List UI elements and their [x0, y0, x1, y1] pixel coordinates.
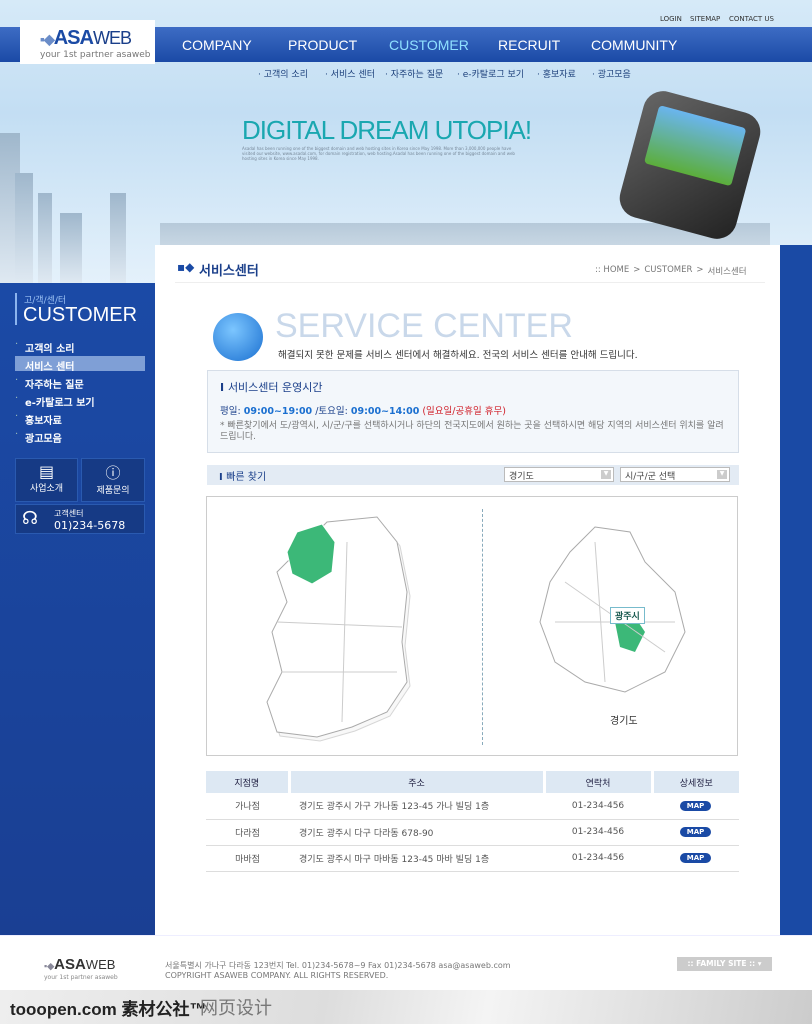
- nav-customer[interactable]: CUSTOMER: [389, 37, 469, 53]
- table-row: 가나점 경기도 광주시 가구 가나동 123-45 가나 빌딩 1층 01-234-…: [206, 793, 739, 820]
- korea-map[interactable]: [257, 512, 417, 747]
- logo[interactable]: ▪◆ASAWEB: [40, 27, 132, 50]
- footer-address: 서울특별시 가나구 다라동 123번지 Tel. 01)234-5678~9 F…: [165, 961, 511, 970]
- footer-logo: ▪◆ASAWEB: [44, 956, 116, 973]
- breadcrumb-current: 서비스센터: [707, 267, 747, 277]
- map-button[interactable]: MAP: [679, 827, 712, 837]
- table-row: 다라점 경기도 광주시 다구 다라동 678-90 01-234-456 MAP: [206, 819, 739, 846]
- login-link[interactable]: LOGIN: [660, 15, 682, 23]
- quick-search-title: 빠른 찾기: [226, 472, 267, 483]
- address: 경기도 광주시 마구 마바동 123-45 마바 빌딩 1층: [289, 845, 544, 872]
- map-button[interactable]: MAP: [679, 800, 712, 811]
- branch-table: 지점명 주소 연락처 상세정보 가나점 경기도 광주시 가구 가나동 123-45…: [206, 771, 739, 872]
- books-icon: ▤: [38, 462, 55, 481]
- headset-icon: ☊: [22, 508, 38, 529]
- col-address: 주소: [287, 771, 544, 793]
- map-panel: 광주시 경기도: [206, 496, 738, 756]
- subnav-faq[interactable]: · 자주하는 질문: [385, 67, 443, 80]
- subnav-pr[interactable]: · 홍보자료: [537, 67, 576, 80]
- map-city-label[interactable]: 광주시: [610, 607, 645, 624]
- banner-subtext: Asadal has been running one of the bigge…: [242, 146, 515, 161]
- province-select[interactable]: 경기도 ▼: [504, 467, 614, 482]
- address: 경기도 광주시 가구 가나동 123-45 가나 빌딩 1층: [289, 793, 544, 820]
- family-site-select[interactable]: :: FAMILY SITE :: ▾: [677, 957, 772, 971]
- sidebar-item-ads[interactable]: 광고모음: [25, 430, 62, 445]
- hours-line: 평일: 09:00~19:00 /토요일: 09:00~14:00 (일요일/공…: [220, 406, 506, 417]
- quick-search-bar: I 빠른 찾기 경기도 ▼ 시/구/군 선택 ▼: [207, 465, 739, 485]
- branch-name: 다라점: [206, 819, 289, 846]
- sidebar-title: CUSTOMER: [23, 304, 138, 326]
- nav-community[interactable]: COMMUNITY: [591, 37, 677, 53]
- sidebar: 고/객/센/터 CUSTOMER · 고객의 소리 서비스 센터 · 자주하는 질문…: [0, 283, 155, 935]
- address: 경기도 광주시 다구 다라동 678-90: [289, 819, 544, 846]
- footer: ▪◆ASAWEB your 1st partner asaweb 서울특별시 가…: [0, 935, 812, 990]
- subnav-voice[interactable]: · 고객의 소리: [258, 67, 308, 80]
- hours-title: 서비스센터 운영시간: [227, 381, 323, 394]
- contact: 01-234-456: [544, 845, 652, 872]
- page-title: 서비스센터: [199, 264, 259, 279]
- subnav-ads[interactable]: · 광고모음: [592, 67, 631, 80]
- gyeonggi-highlight: [286, 523, 336, 585]
- hero-title: SERVICE CENTER: [275, 307, 573, 345]
- watermark: tooopen.com 素材公社™ 网页设计: [0, 990, 812, 1024]
- main-content: ▪◆ 서비스센터 :: HOME > CUSTOMER > 서비스센터 SERVICE …: [155, 245, 780, 935]
- subnav-service[interactable]: · 서비스 센터: [325, 67, 375, 80]
- contact-link[interactable]: CONTACT US: [729, 15, 774, 23]
- tagline: your 1st partner asaweb: [40, 50, 151, 60]
- question-icon: ⓘ: [105, 464, 121, 482]
- cs-phone: 01)234-5678: [54, 519, 126, 532]
- phone-headset-image: [615, 86, 765, 244]
- col-detail: 상세정보: [650, 771, 739, 793]
- sitemap-link[interactable]: SITEMAP: [690, 15, 720, 23]
- breadcrumb-customer[interactable]: CUSTOMER: [644, 265, 692, 277]
- sidebar-item-faq[interactable]: 자주하는 질문: [25, 376, 84, 391]
- city-select[interactable]: 시/구/군 선택 ▼: [620, 467, 730, 482]
- map-province-label: 경기도: [610, 716, 638, 727]
- product-inquiry-button[interactable]: ⓘ 제품문의: [81, 458, 145, 502]
- nav-product[interactable]: PRODUCT: [288, 37, 357, 53]
- business-intro-button[interactable]: ▤ 사업소개: [15, 458, 78, 502]
- branch-name: 가나점: [206, 793, 289, 820]
- contact: 01-234-456: [544, 819, 652, 846]
- customer-center-box: ☊ 고객센터 01)234-5678: [15, 504, 145, 534]
- hero-description: 해결되지 못한 문제를 서비스 센터에서 해결하세요. 전국의 서비스 센터를 …: [278, 350, 638, 361]
- breadcrumb: :: HOME > CUSTOMER > 서비스센터: [595, 265, 747, 277]
- sidebar-item-pr[interactable]: 홍보자료: [25, 412, 62, 427]
- nav-recruit[interactable]: RECRUIT: [498, 37, 560, 53]
- sidebar-item-catalog[interactable]: e-카탈로그 보기: [25, 394, 95, 409]
- breadcrumb-home[interactable]: :: HOME: [595, 265, 629, 277]
- branch-name: 마바점: [206, 845, 289, 872]
- hours-box: I 서비스센터 운영시간 평일: 09:00~19:00 /토요일: 09:00…: [207, 370, 739, 453]
- banner-headline: DIGITAL DREAM UTOPIA!: [242, 115, 532, 145]
- table-row: 마바점 경기도 광주시 마구 마바동 123-45 마바 빌딩 1층 01-234-…: [206, 845, 739, 872]
- col-branch: 지점명: [206, 771, 289, 793]
- footer-copyright: COPYRIGHT ASAWEB COMPANY. ALL RIGHTS RES…: [165, 971, 389, 980]
- hours-note: * 빠른찾기에서 도/광역시, 시/군/구를 선택하시거나 하단의 전국지도에서…: [220, 421, 724, 442]
- nav-company[interactable]: COMPANY: [182, 37, 252, 53]
- title-icon: ▪◆: [177, 260, 195, 274]
- mascot-icon: [213, 313, 263, 361]
- sidebar-item-voice[interactable]: 고객의 소리: [25, 340, 74, 355]
- contact: 01-234-456: [544, 793, 652, 820]
- map-button[interactable]: MAP: [679, 853, 712, 863]
- subnav-catalog[interactable]: · e-카탈로그 보기: [457, 67, 524, 80]
- sidebar-item-service[interactable]: 서비스 센터: [25, 358, 74, 373]
- col-contact: 연락처: [542, 771, 652, 793]
